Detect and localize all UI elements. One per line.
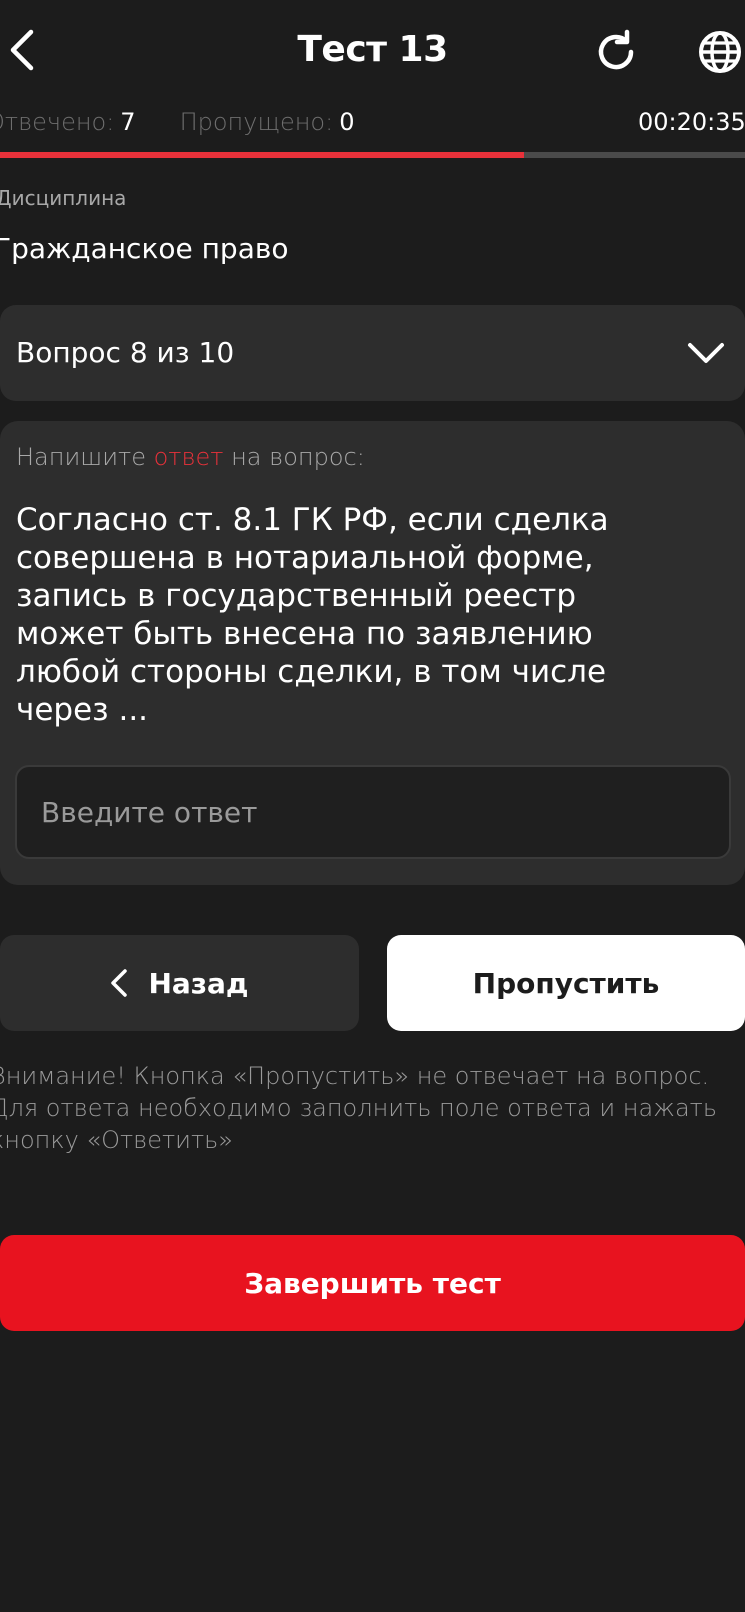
chevron-down-icon	[686, 335, 726, 371]
progress-fill	[0, 152, 525, 158]
language-button[interactable]	[694, 26, 745, 78]
prompt-accent: ответ	[153, 443, 224, 471]
skipped-label: Пропущено:	[179, 108, 334, 136]
question-text: Согласно ст. 8.1 ГК РФ, если сделка сове…	[16, 502, 609, 728]
answer-input[interactable]	[15, 765, 731, 859]
refresh-button[interactable]	[590, 26, 642, 78]
chevron-left-icon	[10, 29, 34, 71]
refresh-icon	[598, 29, 634, 70]
question-card: Напишите ответ на вопрос: Согласно ст. 8…	[0, 421, 745, 885]
back-nav-label: Назад	[148, 966, 249, 1000]
finish-test-label: Завершить тест	[244, 1266, 501, 1300]
answered-count: 7	[120, 108, 136, 136]
back-nav-button[interactable]: Назад	[0, 935, 359, 1031]
stats-row: Отвечено:7 Пропущено:0	[0, 104, 354, 140]
progress-bar	[0, 152, 745, 158]
page-title: Тест 13	[297, 29, 448, 70]
question-selector[interactable]: Вопрос 8 из 10	[0, 305, 745, 401]
finish-test-button[interactable]: Завершить тест	[0, 1235, 745, 1331]
question-selector-label: Вопрос 8 из 10	[16, 336, 235, 369]
timer: 00:20:35	[638, 108, 745, 136]
prompt-text-end: на вопрос:	[223, 443, 365, 471]
chevron-left-icon	[111, 969, 128, 997]
discipline-label: Дисциплина	[0, 186, 127, 210]
globe-icon	[699, 31, 741, 73]
back-button[interactable]	[0, 22, 44, 78]
skip-button-label: Пропустить	[472, 966, 660, 1000]
answered-label: Отвечено:	[0, 108, 115, 136]
prompt-text: Напишите	[16, 443, 154, 471]
skipped-count: 0	[339, 108, 355, 136]
discipline-value: Гражданское право	[0, 232, 289, 265]
skip-notice: Внимание! Кнопка «Пропустить» не отвечае…	[0, 1062, 717, 1154]
skip-button[interactable]: Пропустить	[387, 935, 745, 1031]
answer-prompt: Напишите ответ на вопрос:	[16, 443, 365, 471]
